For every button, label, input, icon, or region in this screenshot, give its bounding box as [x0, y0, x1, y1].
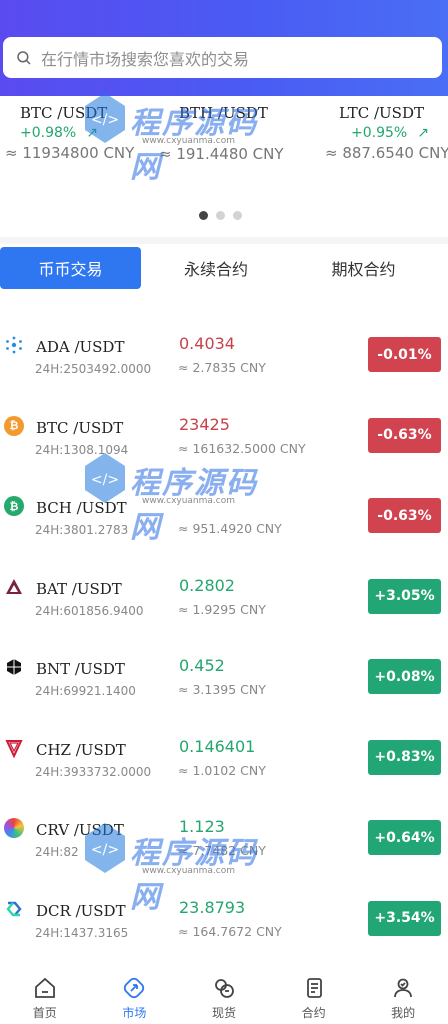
ticker-card-btc[interactable]: BTC /USDT +0.98% ↗ ≈ 11934800 CNY	[5, 104, 180, 162]
last-price: 1.123	[179, 817, 225, 836]
change-badge: +3.54%	[368, 900, 441, 936]
nav-label: 现货	[211, 1006, 236, 1020]
tab-spot-trading[interactable]: 币币交易	[0, 247, 141, 289]
nav-profile[interactable]: 我的	[358, 968, 448, 1024]
dcr-icon	[4, 898, 24, 919]
last-price: 0.2802	[179, 575, 235, 595]
market-icon	[124, 977, 145, 999]
price-cny: ≈ 1.9295 CNY	[178, 601, 266, 617]
change-badge: +3.05%	[368, 578, 441, 614]
price-cny: ≈ 2.7835 CNY	[178, 360, 266, 375]
spot-icon	[215, 979, 234, 998]
market-tabs: 币币交易 永续合约 期权合约	[0, 247, 448, 289]
nav-spot[interactable]: 现货	[179, 968, 269, 1024]
last-price: 0.146401	[179, 736, 256, 756]
nav-contract[interactable]: 合约	[269, 968, 359, 1024]
trend-up-icon: ↗	[86, 125, 98, 141]
ticker-pair: BTC /USDT	[20, 104, 108, 122]
change-badge: -0.01%	[368, 337, 441, 372]
bch-icon: ₿	[4, 496, 24, 516]
tab-options[interactable]: 期权合约	[291, 247, 436, 289]
profile-icon	[394, 978, 413, 998]
ticker-cny: ≈ 191.4480 CNY	[159, 145, 284, 163]
ticker-pair: LTC /USDT	[339, 104, 424, 122]
trend-up-icon: ↗	[417, 125, 429, 141]
search-icon	[17, 50, 31, 65]
pair-name: BNT /USDT	[36, 660, 125, 678]
nav-label: 首页	[32, 1006, 57, 1020]
nav-home[interactable]: 首页	[0, 968, 90, 1024]
volume-24h: 24H:2503492.0000	[35, 362, 152, 376]
last-price: 23.8793	[179, 897, 246, 917]
carousel-dot[interactable]	[216, 211, 225, 220]
nav-label: 合约	[301, 1006, 326, 1020]
market-list: ADA /USDT 24H:2503492.0000 0.4034 ≈ 2.78…	[0, 306, 448, 950]
ticker-cny: ≈ 11934800 CNY	[5, 144, 135, 162]
volume-24h: 24H:3933732.0000	[35, 764, 152, 779]
crv-icon	[4, 818, 24, 838]
change-badge: -0.63%	[368, 498, 441, 533]
ticker-change: +0.95%	[351, 125, 408, 141]
carousel-indicator[interactable]	[199, 211, 242, 220]
ticker-pair: BTH /USDT	[179, 104, 268, 122]
volume-24h: 24H:1437.3165	[35, 925, 129, 940]
change-badge: +0.64%	[368, 820, 441, 855]
carousel-dot[interactable]	[233, 211, 242, 220]
ticker-card-ltc[interactable]: LTC /USDT +0.95% ↗ ≈ 887.6540 CNY	[325, 104, 448, 162]
price-cny: ≈ 3.1395 CNY	[178, 682, 266, 697]
volume-24h: 24H:3801.2783	[35, 523, 129, 537]
last-price: 0.4034	[179, 334, 235, 353]
btc-icon: ₿	[4, 415, 24, 436]
ticker-card-bth[interactable]: BTH /USDT ≈ 191.4480 CNY	[159, 104, 339, 163]
bat-icon	[4, 576, 24, 597]
nav-market[interactable]: 市场	[90, 968, 180, 1024]
pair-name: DCR /USDT	[36, 901, 126, 920]
chz-icon	[4, 737, 24, 758]
pair-name: BAT /USDT	[36, 579, 122, 598]
volume-24h: 24H:1308.1094	[35, 442, 129, 457]
pair-name: BTC /USDT	[36, 418, 124, 437]
change-badge: +0.08%	[368, 659, 441, 694]
market-row[interactable]: CHZ /USDT 24H:3933732.0000 0.146401 ≈ 1.…	[0, 709, 448, 790]
pair-name: CHZ /USDT	[36, 740, 126, 759]
ticker-cny: ≈ 887.6540 CNY	[325, 144, 448, 162]
pair-name: CRV /USDT	[36, 821, 124, 839]
volume-24h: 24H:601856.9400	[35, 603, 144, 618]
last-price: 23425	[179, 414, 230, 434]
nav-label: 我的	[391, 1006, 416, 1020]
ticker-change: +0.98%	[20, 125, 77, 141]
price-cny: ≈ 164.7672 CNY	[178, 923, 282, 939]
change-badge: +0.83%	[368, 739, 441, 775]
pair-name: ADA /USDT	[36, 338, 125, 356]
price-cny: ≈ 1.0102 CNY	[178, 762, 266, 778]
ada-icon	[4, 335, 24, 355]
price-cny: ≈ 951.4920 CNY	[178, 521, 282, 536]
home-icon	[34, 977, 55, 998]
market-row[interactable]: ₿ BCH /USDT 24H:3801.2783 ≈ 951.4920 CNY…	[0, 467, 448, 548]
bottom-nav: 首页 市场 现货 合约 我的	[0, 968, 448, 1024]
market-row[interactable]: DCR /USDT 24H:1437.3165 23.8793 ≈ 164.76…	[0, 870, 448, 951]
section-divider	[0, 237, 448, 244]
market-row[interactable]: ADA /USDT 24H:2503492.0000 0.4034 ≈ 2.78…	[0, 306, 448, 387]
volume-24h: 24H:82	[35, 845, 79, 859]
tab-perpetual[interactable]: 永续合约	[141, 247, 291, 289]
price-cny: ≈ 7.7482 CNY	[178, 843, 266, 858]
contract-icon	[306, 978, 322, 998]
search-placeholder: 在行情市场搜索您喜欢的交易	[41, 49, 250, 69]
bnt-icon	[4, 657, 24, 677]
last-price: 0.452	[179, 656, 225, 675]
pair-name: BCH /USDT	[36, 499, 127, 517]
market-row[interactable]: BAT /USDT 24H:601856.9400 0.2802 ≈ 1.929…	[0, 548, 448, 629]
market-row[interactable]: BNT /USDT 24H:69921.1400 0.452 ≈ 3.1395 …	[0, 628, 448, 709]
carousel-dot[interactable]	[199, 211, 208, 220]
search-bar[interactable]: 在行情市场搜索您喜欢的交易	[3, 37, 442, 78]
price-cny: ≈ 161632.5000 CNY	[178, 440, 306, 456]
market-row[interactable]: ₿ BTC /USDT 24H:1308.1094 23425 ≈ 161632…	[0, 387, 448, 468]
volume-24h: 24H:69921.1400	[35, 684, 136, 698]
change-badge: -0.63%	[368, 417, 441, 453]
nav-label: 市场	[122, 1006, 147, 1020]
market-row[interactable]: CRV /USDT 24H:82 1.123 ≈ 7.7482 CNY +0.6…	[0, 789, 448, 870]
